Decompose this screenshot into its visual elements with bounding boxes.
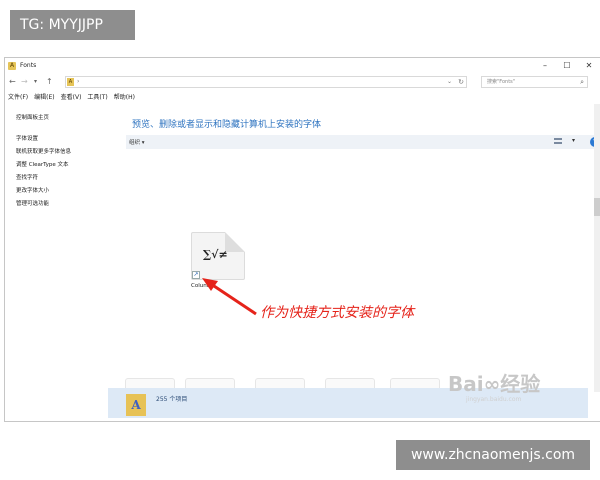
- baidu-watermark: Bai∞经验: [448, 372, 541, 396]
- site-overlay-label: www.zhcnaomenjs.com: [396, 440, 590, 470]
- annotation-arrow: [202, 278, 257, 316]
- watermark-subtitle: jingyan.baidu.com: [466, 396, 522, 403]
- annotation-label: 作为快捷方式安装的字体: [260, 305, 414, 321]
